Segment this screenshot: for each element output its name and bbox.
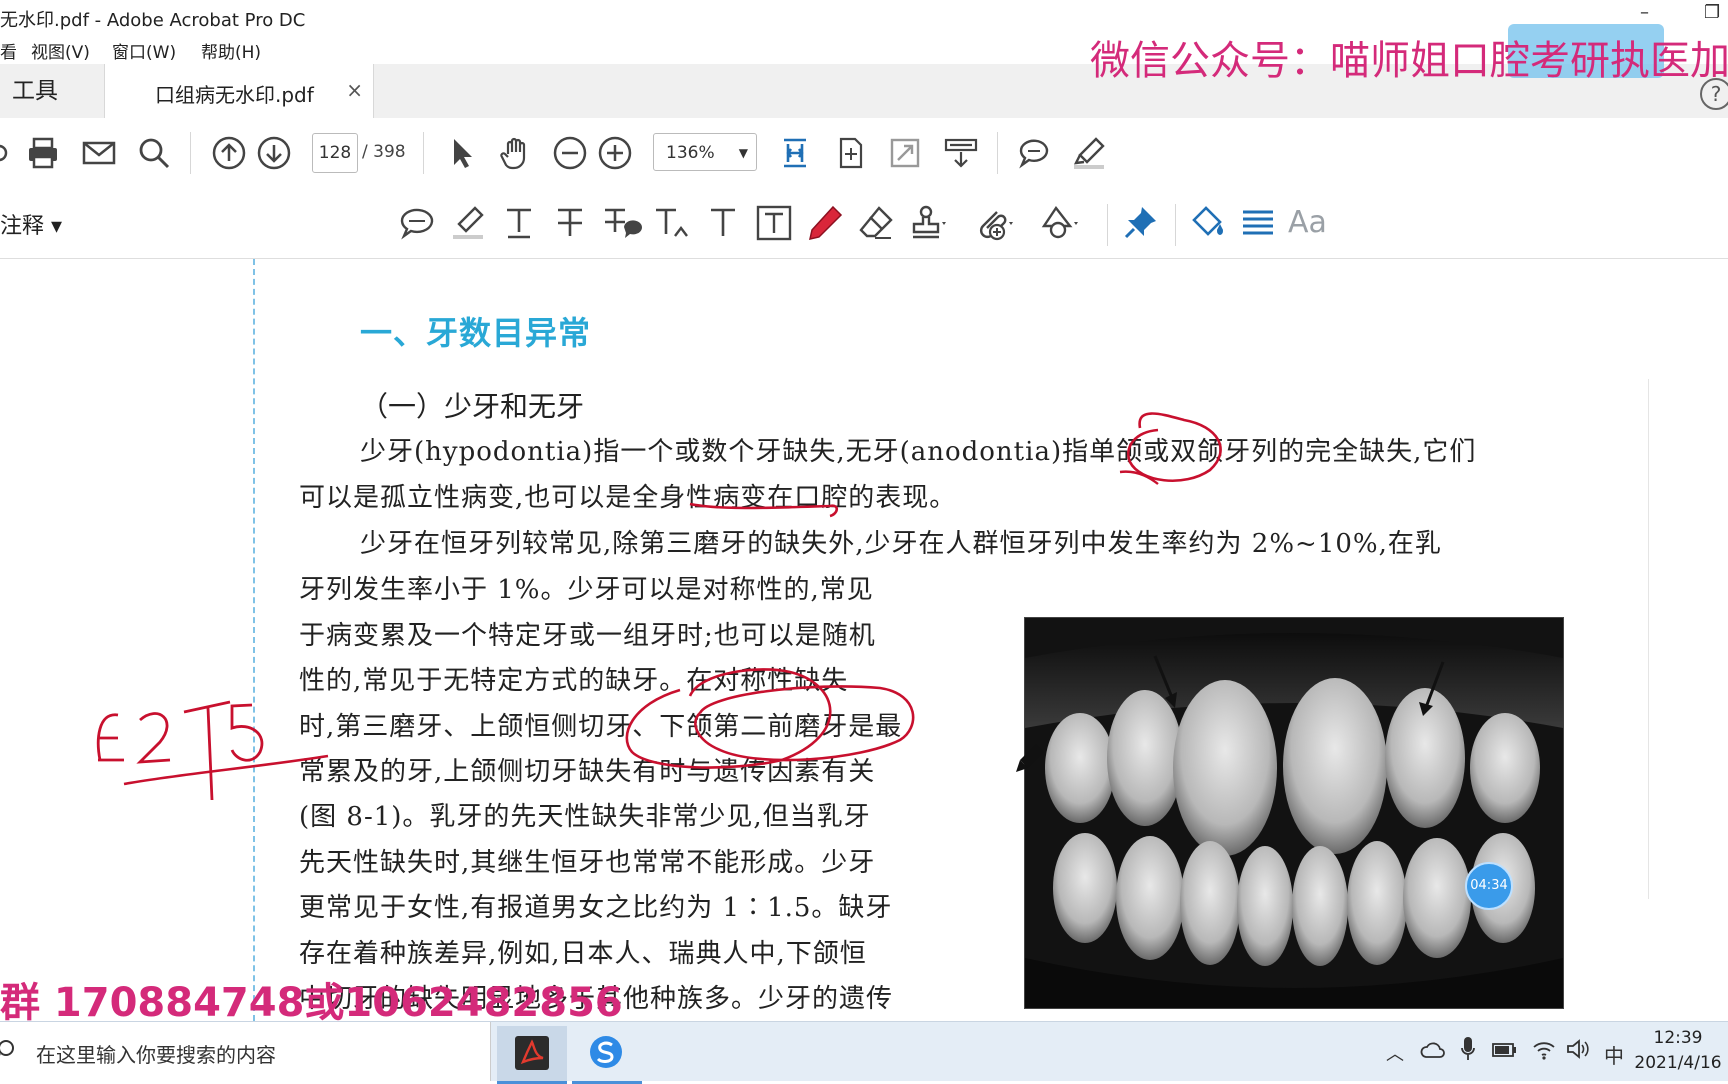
toolbar-divider xyxy=(1175,204,1176,246)
teeth-photo-image xyxy=(1025,618,1563,1008)
body-line: 更常见于女性,有报道男女之比约为 1∶1.5。缺牙 xyxy=(299,893,893,923)
video-timer-badge: 04:34 xyxy=(1465,862,1513,910)
fullscreen-icon[interactable] xyxy=(886,134,924,172)
taskbar-clock[interactable]: 12:39 2021/4/16 xyxy=(1628,1026,1728,1076)
search-icon xyxy=(0,1040,14,1056)
body-line: 存在着种族差异,例如,日本人、瑞典人中,下颌恒 xyxy=(299,939,867,969)
wifi-icon[interactable] xyxy=(1532,1038,1556,1060)
clock-time: 12:39 xyxy=(1653,1028,1703,1048)
strikethrough-icon[interactable] xyxy=(549,202,591,244)
menu-item-help[interactable]: 帮助(H) xyxy=(201,38,261,63)
battery-icon[interactable] xyxy=(1492,1040,1518,1060)
eraser-icon[interactable] xyxy=(855,202,897,244)
window-title: 无水印.pdf - Adobe Acrobat Pro DC xyxy=(0,10,306,31)
taskbar-search-placeholder: 在这里输入你要搜索的内容 xyxy=(36,1043,276,1067)
page-total: / 398 xyxy=(362,142,406,162)
next-page-icon[interactable] xyxy=(255,134,293,172)
body-line: 少牙在恒牙列较常见,除第三磨牙的缺失外,少牙在人群恒牙列中发生率约为 2%~10… xyxy=(360,529,1442,559)
toolbar-divider xyxy=(997,132,998,174)
zoom-out-icon[interactable] xyxy=(551,134,589,172)
body-line: (图 8-1)。乳牙的先天性缺失非常少见,但当乳牙 xyxy=(299,802,871,832)
restore-button[interactable]: ❐ xyxy=(1704,2,1720,23)
fill-color-icon[interactable] xyxy=(1186,202,1228,244)
tray-chevron-icon[interactable]: ︿ xyxy=(1386,1040,1404,1066)
stamp-icon[interactable] xyxy=(908,202,950,244)
acrobat-icon xyxy=(515,1036,549,1070)
sticky-note-icon[interactable] xyxy=(396,202,438,244)
toolbar-divider xyxy=(1107,204,1108,246)
pin-icon[interactable] xyxy=(1120,202,1162,244)
minimize-button[interactable]: – xyxy=(1640,2,1649,23)
figure-teeth-photo xyxy=(1024,617,1564,1009)
replace-text-icon[interactable] xyxy=(600,202,642,244)
highlight-text-icon[interactable] xyxy=(447,202,489,244)
attach-file-icon[interactable] xyxy=(973,202,1015,244)
section-heading: 一、牙数目异常 xyxy=(360,314,592,352)
toolbar-divider xyxy=(423,132,424,174)
sogou-browser-icon xyxy=(590,1036,622,1068)
tab-document[interactable]: 口组病无水印.pdf × xyxy=(104,64,374,119)
page-number-input[interactable]: 128 xyxy=(312,133,358,173)
comment-panel-label[interactable]: 注释 ▾ xyxy=(0,208,62,240)
volume-icon[interactable] xyxy=(1566,1038,1590,1060)
hand-icon[interactable] xyxy=(497,134,535,172)
body-line: 先天性缺失时,其继生恒牙也常常不能形成。少牙 xyxy=(299,848,876,878)
body-line: 时,第三磨牙、上颌恒侧切牙、下颌第二前磨牙是最 xyxy=(299,712,903,742)
highlight-icon[interactable] xyxy=(1070,134,1108,172)
taskbar-search[interactable]: 在这里输入你要搜索的内容 xyxy=(0,1022,491,1081)
taskbar-acrobat[interactable] xyxy=(497,1026,567,1084)
zoom-select[interactable]: 136% ▼ xyxy=(653,133,757,171)
microphone-icon[interactable] xyxy=(1460,1036,1476,1062)
select-cursor-icon[interactable] xyxy=(442,134,480,172)
body-line: 常累及的牙,上颌侧切牙缺失有时与遗传因素有关 xyxy=(299,757,876,787)
line-weight-icon[interactable] xyxy=(1237,202,1279,244)
print-icon[interactable] xyxy=(24,134,62,172)
watermark-top: 微信公众号：喵师姐口腔考研执医加 xyxy=(1090,38,1728,84)
body-line: 可以是孤立性病变,也可以是全身性病变在口腔的表现。 xyxy=(299,483,957,513)
body-line: 于病变累及一个特定牙或一组牙时;也可以是随机 xyxy=(299,621,876,651)
email-icon[interactable] xyxy=(80,134,118,172)
tab-tools[interactable]: 工具 xyxy=(0,64,102,118)
shapes-icon[interactable] xyxy=(1038,202,1080,244)
menu-item-view-edge[interactable]: 看 xyxy=(0,38,17,63)
comment-icon[interactable] xyxy=(1015,134,1053,172)
page-margin-guide xyxy=(253,259,255,1021)
zoom-in-icon[interactable] xyxy=(596,134,634,172)
page-right-edge xyxy=(1648,379,1649,899)
prev-page-icon[interactable] xyxy=(210,134,248,172)
tab-document-label: 口组病无水印.pdf xyxy=(155,83,314,107)
scroll-mode-icon[interactable] xyxy=(942,134,980,172)
body-line: 性的,常见于无特定方式的缺牙。在对称性缺失 xyxy=(299,666,849,696)
document-viewport[interactable]: 一、牙数目异常 （一）少牙和无牙 少牙(hypodontia)指一个或数个牙缺失… xyxy=(0,259,1728,1021)
cloud-icon[interactable] xyxy=(1420,1040,1446,1060)
text-box-icon[interactable] xyxy=(753,202,795,244)
rotate-icon[interactable] xyxy=(831,134,869,172)
add-text-icon[interactable] xyxy=(702,202,744,244)
main-toolbar: 128 / 398 136% ▼ xyxy=(0,118,1728,189)
menu-item-view[interactable]: 视图(V) xyxy=(31,38,90,63)
search-icon[interactable] xyxy=(135,134,173,172)
body-line: 牙列发生率小于 1%。少牙可以是对称性的,常见 xyxy=(299,575,874,605)
taskbar-browser[interactable] xyxy=(572,1026,642,1084)
watermark-bottom: 群 170884748或1062482856 xyxy=(0,980,623,1026)
text-properties-button[interactable]: Aa xyxy=(1288,202,1330,244)
fit-page-icon[interactable] xyxy=(776,134,814,172)
pdf-page: 一、牙数目异常 （一）少牙和无牙 少牙(hypodontia)指一个或数个牙缺失… xyxy=(262,259,1642,1021)
chevron-down-icon: ▼ xyxy=(738,146,748,160)
underline-text-icon[interactable] xyxy=(498,202,540,244)
zoom-value: 136% xyxy=(666,143,715,163)
help-icon[interactable]: ? xyxy=(1700,78,1728,110)
toolbar-divider xyxy=(190,132,191,174)
windows-taskbar: 在这里输入你要搜索的内容 ︿ 中 12:39 2021/4/16 xyxy=(0,1021,1728,1084)
insert-text-icon[interactable] xyxy=(651,202,693,244)
ime-indicator[interactable]: 中 xyxy=(1604,1040,1624,1069)
pencil-icon[interactable] xyxy=(804,202,846,244)
menu-item-window[interactable]: 窗口(W) xyxy=(112,38,176,63)
clock-date: 2021/4/16 xyxy=(1634,1053,1722,1073)
body-line: 少牙(hypodontia)指一个或数个牙缺失,无牙(anodontia)指单颌… xyxy=(360,437,1477,467)
comment-toolbar: 注释 ▾ Aa xyxy=(0,188,1728,259)
share-icon[interactable] xyxy=(0,134,18,172)
tab-close-icon[interactable]: × xyxy=(346,78,363,102)
subsection-heading: （一）少牙和无牙 xyxy=(360,390,585,423)
